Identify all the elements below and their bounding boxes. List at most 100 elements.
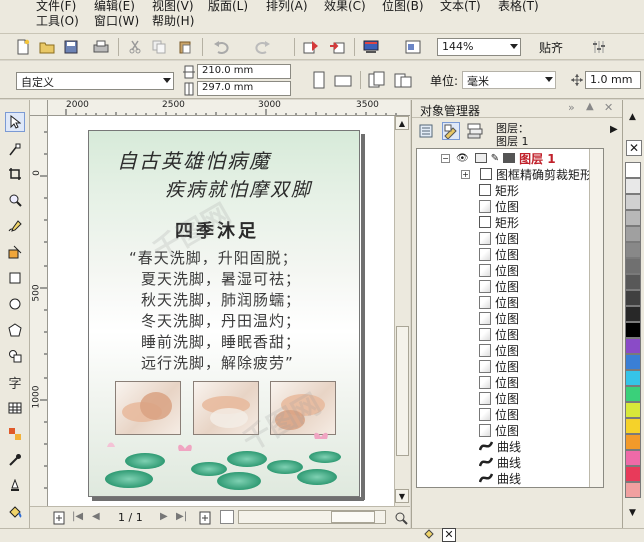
- next-page-icon[interactable]: ▶: [160, 511, 168, 522]
- color-swatch[interactable]: [625, 466, 641, 482]
- undo-icon[interactable]: [212, 38, 230, 56]
- color-swatch[interactable]: [625, 370, 641, 386]
- welcome-screen-icon[interactable]: [404, 38, 422, 56]
- object-row[interactable]: 位图: [479, 358, 519, 374]
- table-tool-icon[interactable]: [5, 398, 25, 418]
- color-swatch[interactable]: [625, 386, 641, 402]
- paper-preset-select[interactable]: 自定义: [16, 72, 174, 90]
- color-swatch[interactable]: [625, 450, 641, 466]
- scroll-down-icon[interactable]: ▼: [395, 489, 409, 503]
- menu-text[interactable]: 文本(T): [440, 0, 481, 14]
- object-row[interactable]: 位图: [479, 246, 519, 262]
- basic-shapes-tool-icon[interactable]: [5, 346, 25, 366]
- pick-tool-icon[interactable]: [5, 112, 25, 132]
- eyedropper-tool-icon[interactable]: [5, 450, 25, 470]
- copy-icon[interactable]: [150, 38, 168, 56]
- layer-row[interactable]: − 👁 ✎ 图层 1: [441, 150, 556, 166]
- poster-page[interactable]: 自古英雄怕病魔 疾病就怕摩双脚 四季沐足 “春天洗脚，升阳固脱； 夏天洗脚，暑湿…: [88, 130, 360, 497]
- object-row[interactable]: 位图: [479, 198, 519, 214]
- edit-across-layers-icon[interactable]: [442, 122, 460, 140]
- object-row[interactable]: 位图: [479, 406, 519, 422]
- paste-icon[interactable]: [176, 38, 194, 56]
- object-row[interactable]: + 图框精确剪裁矩形: [461, 166, 592, 182]
- object-row[interactable]: 曲线: [478, 470, 521, 486]
- menu-layout[interactable]: 版面(L): [208, 0, 248, 14]
- landscape-icon[interactable]: [334, 71, 352, 89]
- color-swatch[interactable]: [625, 162, 641, 178]
- object-row[interactable]: 位图: [479, 278, 519, 294]
- docker-menu-arrow-icon[interactable]: ▶: [610, 124, 618, 135]
- color-swatch[interactable]: [625, 194, 641, 210]
- object-row[interactable]: 矩形: [479, 182, 519, 198]
- color-swatch[interactable]: [625, 258, 641, 274]
- horizontal-scrollbar[interactable]: [238, 510, 386, 524]
- fill-tool-icon[interactable]: [5, 502, 25, 522]
- docker-up-icon[interactable]: ▲: [586, 101, 594, 112]
- no-color-icon[interactable]: ✕: [626, 140, 642, 156]
- color-swatch[interactable]: [625, 402, 641, 418]
- crop-tool-icon[interactable]: [5, 164, 25, 184]
- color-swatch[interactable]: [625, 242, 641, 258]
- pencil-icon[interactable]: ✎: [491, 153, 499, 164]
- expand-icon[interactable]: +: [461, 169, 470, 179]
- object-row[interactable]: 矩形: [479, 214, 519, 230]
- zoom-tool-icon[interactable]: [5, 190, 25, 210]
- vertical-ruler[interactable]: 0 500 1000: [30, 116, 48, 506]
- application-launcher-icon[interactable]: [362, 38, 380, 56]
- object-row[interactable]: 位图: [479, 310, 519, 326]
- last-page-icon[interactable]: ▶|: [176, 511, 187, 522]
- object-row[interactable]: 位图: [479, 262, 519, 278]
- redo-icon[interactable]: [254, 38, 272, 56]
- color-swatch[interactable]: [625, 418, 641, 434]
- all-pages-icon[interactable]: [368, 71, 386, 89]
- menu-effects[interactable]: 效果(C): [324, 0, 366, 14]
- freehand-tool-icon[interactable]: [5, 216, 25, 236]
- export-icon[interactable]: [328, 38, 346, 56]
- color-swatch[interactable]: [625, 338, 641, 354]
- rectangle-tool-icon[interactable]: [5, 268, 25, 288]
- tree-scrollbar[interactable]: [589, 149, 603, 487]
- units-select[interactable]: 毫米: [462, 71, 556, 89]
- outline-tool-icon[interactable]: [5, 476, 25, 496]
- current-page-icon[interactable]: [394, 71, 412, 89]
- cut-icon[interactable]: [126, 38, 144, 56]
- import-icon[interactable]: [302, 38, 320, 56]
- menu-bitmaps[interactable]: 位图(B): [382, 0, 424, 14]
- collapse-docker-icon[interactable]: »: [568, 101, 575, 114]
- object-row[interactable]: 位图: [479, 390, 519, 406]
- printer-icon[interactable]: [474, 153, 487, 163]
- navigator-icon[interactable]: [392, 509, 410, 527]
- color-swatch[interactable]: [625, 178, 641, 194]
- ruler-origin[interactable]: [30, 100, 48, 116]
- color-swatch[interactable]: [625, 322, 641, 338]
- ellipse-tool-icon[interactable]: [5, 294, 25, 314]
- color-swatch[interactable]: [625, 306, 641, 322]
- page-tab[interactable]: [220, 510, 234, 524]
- portrait-icon[interactable]: [310, 71, 328, 89]
- add-page-after-icon[interactable]: [196, 509, 214, 527]
- first-page-icon[interactable]: |◀: [72, 511, 83, 522]
- save-icon[interactable]: [62, 38, 80, 56]
- add-page-icon[interactable]: [50, 509, 68, 527]
- color-swatch[interactable]: [625, 434, 641, 450]
- menu-tools[interactable]: 工具(O): [36, 12, 79, 29]
- page-height-field[interactable]: 297.0 mm: [197, 81, 291, 96]
- eye-icon[interactable]: 👁: [456, 153, 469, 164]
- print-icon[interactable]: [92, 38, 110, 56]
- menu-table[interactable]: 表格(T): [498, 0, 539, 14]
- object-row[interactable]: 位图: [479, 326, 519, 342]
- object-row[interactable]: 位图: [479, 230, 519, 246]
- text-tool-icon[interactable]: 字: [5, 372, 25, 392]
- color-swatch[interactable]: [625, 482, 641, 498]
- object-row[interactable]: 位图: [479, 422, 519, 438]
- zoom-level-select[interactable]: 144%: [437, 38, 521, 56]
- object-row[interactable]: 位图: [479, 342, 519, 358]
- color-swatch[interactable]: [625, 210, 641, 226]
- polygon-tool-icon[interactable]: [5, 320, 25, 340]
- menu-window[interactable]: 窗口(W): [94, 12, 139, 29]
- interactive-blend-tool-icon[interactable]: [5, 424, 25, 444]
- new-document-icon[interactable]: [14, 38, 32, 56]
- object-row[interactable]: 位图: [479, 374, 519, 390]
- menu-arrange[interactable]: 排列(A): [266, 0, 308, 14]
- open-folder-icon[interactable]: [38, 38, 56, 56]
